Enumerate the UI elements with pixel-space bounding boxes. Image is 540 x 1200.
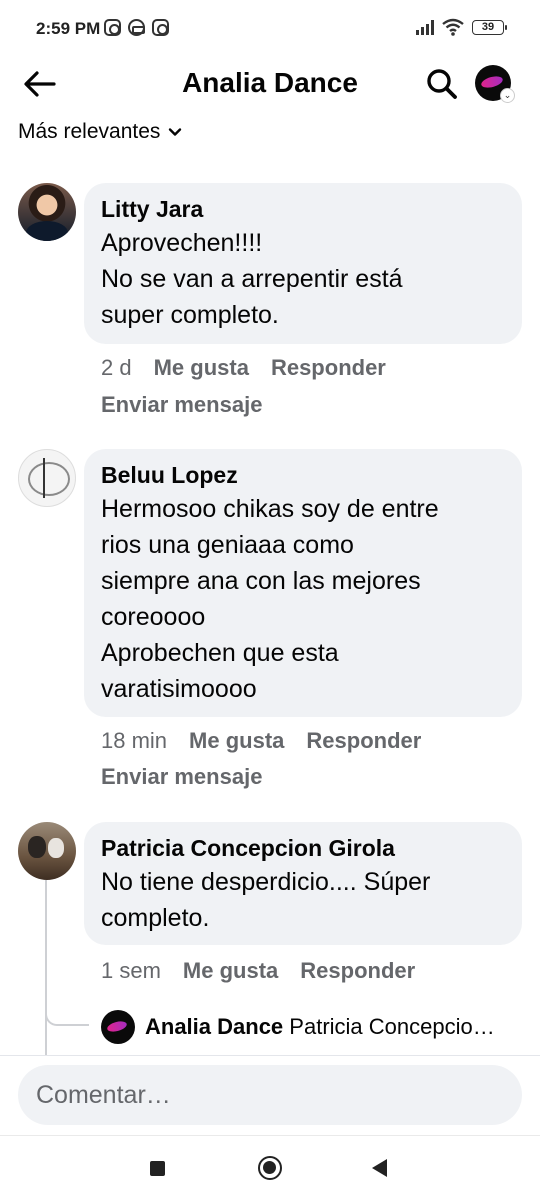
comment-author[interactable]: Patricia Concepcion Girola (101, 834, 504, 863)
comment-author[interactable]: Litty Jara (101, 195, 504, 224)
comment-text: Hermosoo chikas soy de entre rios una ge… (101, 495, 439, 703)
send-message-button[interactable]: Enviar mensaje (101, 764, 262, 790)
search-button[interactable] (424, 66, 460, 102)
reply-text: Analia Dance Patricia Concepcio… (145, 1014, 495, 1040)
instagram-icon (152, 19, 169, 36)
comment-input[interactable] (18, 1065, 522, 1125)
comment-time[interactable]: 1 sem (101, 958, 161, 984)
brand-logo-icon (480, 74, 504, 90)
comment-author[interactable]: Beluu Lopez (101, 461, 504, 490)
like-button[interactable]: Me gusta (189, 728, 284, 754)
messenger-icon (128, 19, 145, 36)
sort-dropdown[interactable]: Más relevantes (18, 120, 182, 144)
like-button[interactable]: Me gusta (183, 958, 278, 984)
signal-icon (416, 19, 434, 35)
status-bar: 2:59 PM 39 (0, 0, 540, 60)
avatar[interactable] (18, 449, 76, 507)
comment-bubble: Patricia Concepcion Girola No tiene desp… (84, 822, 522, 945)
comment-actions: 18 min Me gusta Responder (101, 728, 421, 754)
back-triangle-icon[interactable] (372, 1159, 387, 1177)
search-icon (427, 69, 457, 99)
reply-avatar (101, 1010, 135, 1044)
comment-actions: 2 d Me gusta Responder (101, 355, 386, 381)
status-indicators: 39 (416, 18, 507, 36)
reply-author: Analia Dance (145, 1014, 284, 1039)
avatar[interactable] (18, 822, 76, 880)
battery-icon: 39 (472, 19, 507, 35)
reply-button[interactable]: Responder (271, 355, 386, 381)
recents-icon[interactable] (150, 1161, 165, 1176)
comment-actions: 1 sem Me gusta Responder (101, 958, 415, 984)
comment-time[interactable]: 2 d (101, 355, 132, 381)
wifi-icon (442, 18, 464, 36)
divider (0, 1055, 540, 1056)
reply-snippet: Patricia Concepcio… (289, 1014, 495, 1039)
reply-button[interactable]: Responder (300, 958, 415, 984)
header: Analia Dance ⌄ (0, 60, 540, 108)
reply-preview[interactable]: Analia Dance Patricia Concepcio… (101, 1010, 521, 1044)
brand-logo-icon (106, 1019, 128, 1034)
comment-bubble: Beluu Lopez Hermosoo chikas soy de entre… (84, 449, 522, 717)
system-nav-bar (0, 1135, 540, 1200)
home-icon[interactable] (258, 1156, 282, 1180)
chevron-down-icon (169, 128, 182, 136)
reply-button[interactable]: Responder (306, 728, 421, 754)
page-profile-button[interactable]: ⌄ (475, 65, 515, 105)
like-button[interactable]: Me gusta (154, 355, 249, 381)
notification-icons (104, 19, 169, 36)
sort-label: Más relevantes (18, 120, 161, 143)
instagram-icon (104, 19, 121, 36)
thread-branch (45, 1010, 89, 1026)
avatar[interactable] (18, 183, 76, 241)
status-time: 2:59 PM (36, 19, 101, 38)
comment-text: No tiene desperdicio.... Súper completo. (101, 868, 431, 932)
send-message-button[interactable]: Enviar mensaje (101, 392, 262, 418)
thread-line (45, 880, 47, 1055)
comment-bubble: Litty Jara Aprovechen!!!! No se van a ar… (84, 183, 522, 344)
comment-text: Aprovechen!!!! No se van a arrepentir es… (101, 229, 403, 329)
chevron-down-icon: ⌄ (500, 88, 515, 103)
comment-time[interactable]: 18 min (101, 728, 167, 754)
